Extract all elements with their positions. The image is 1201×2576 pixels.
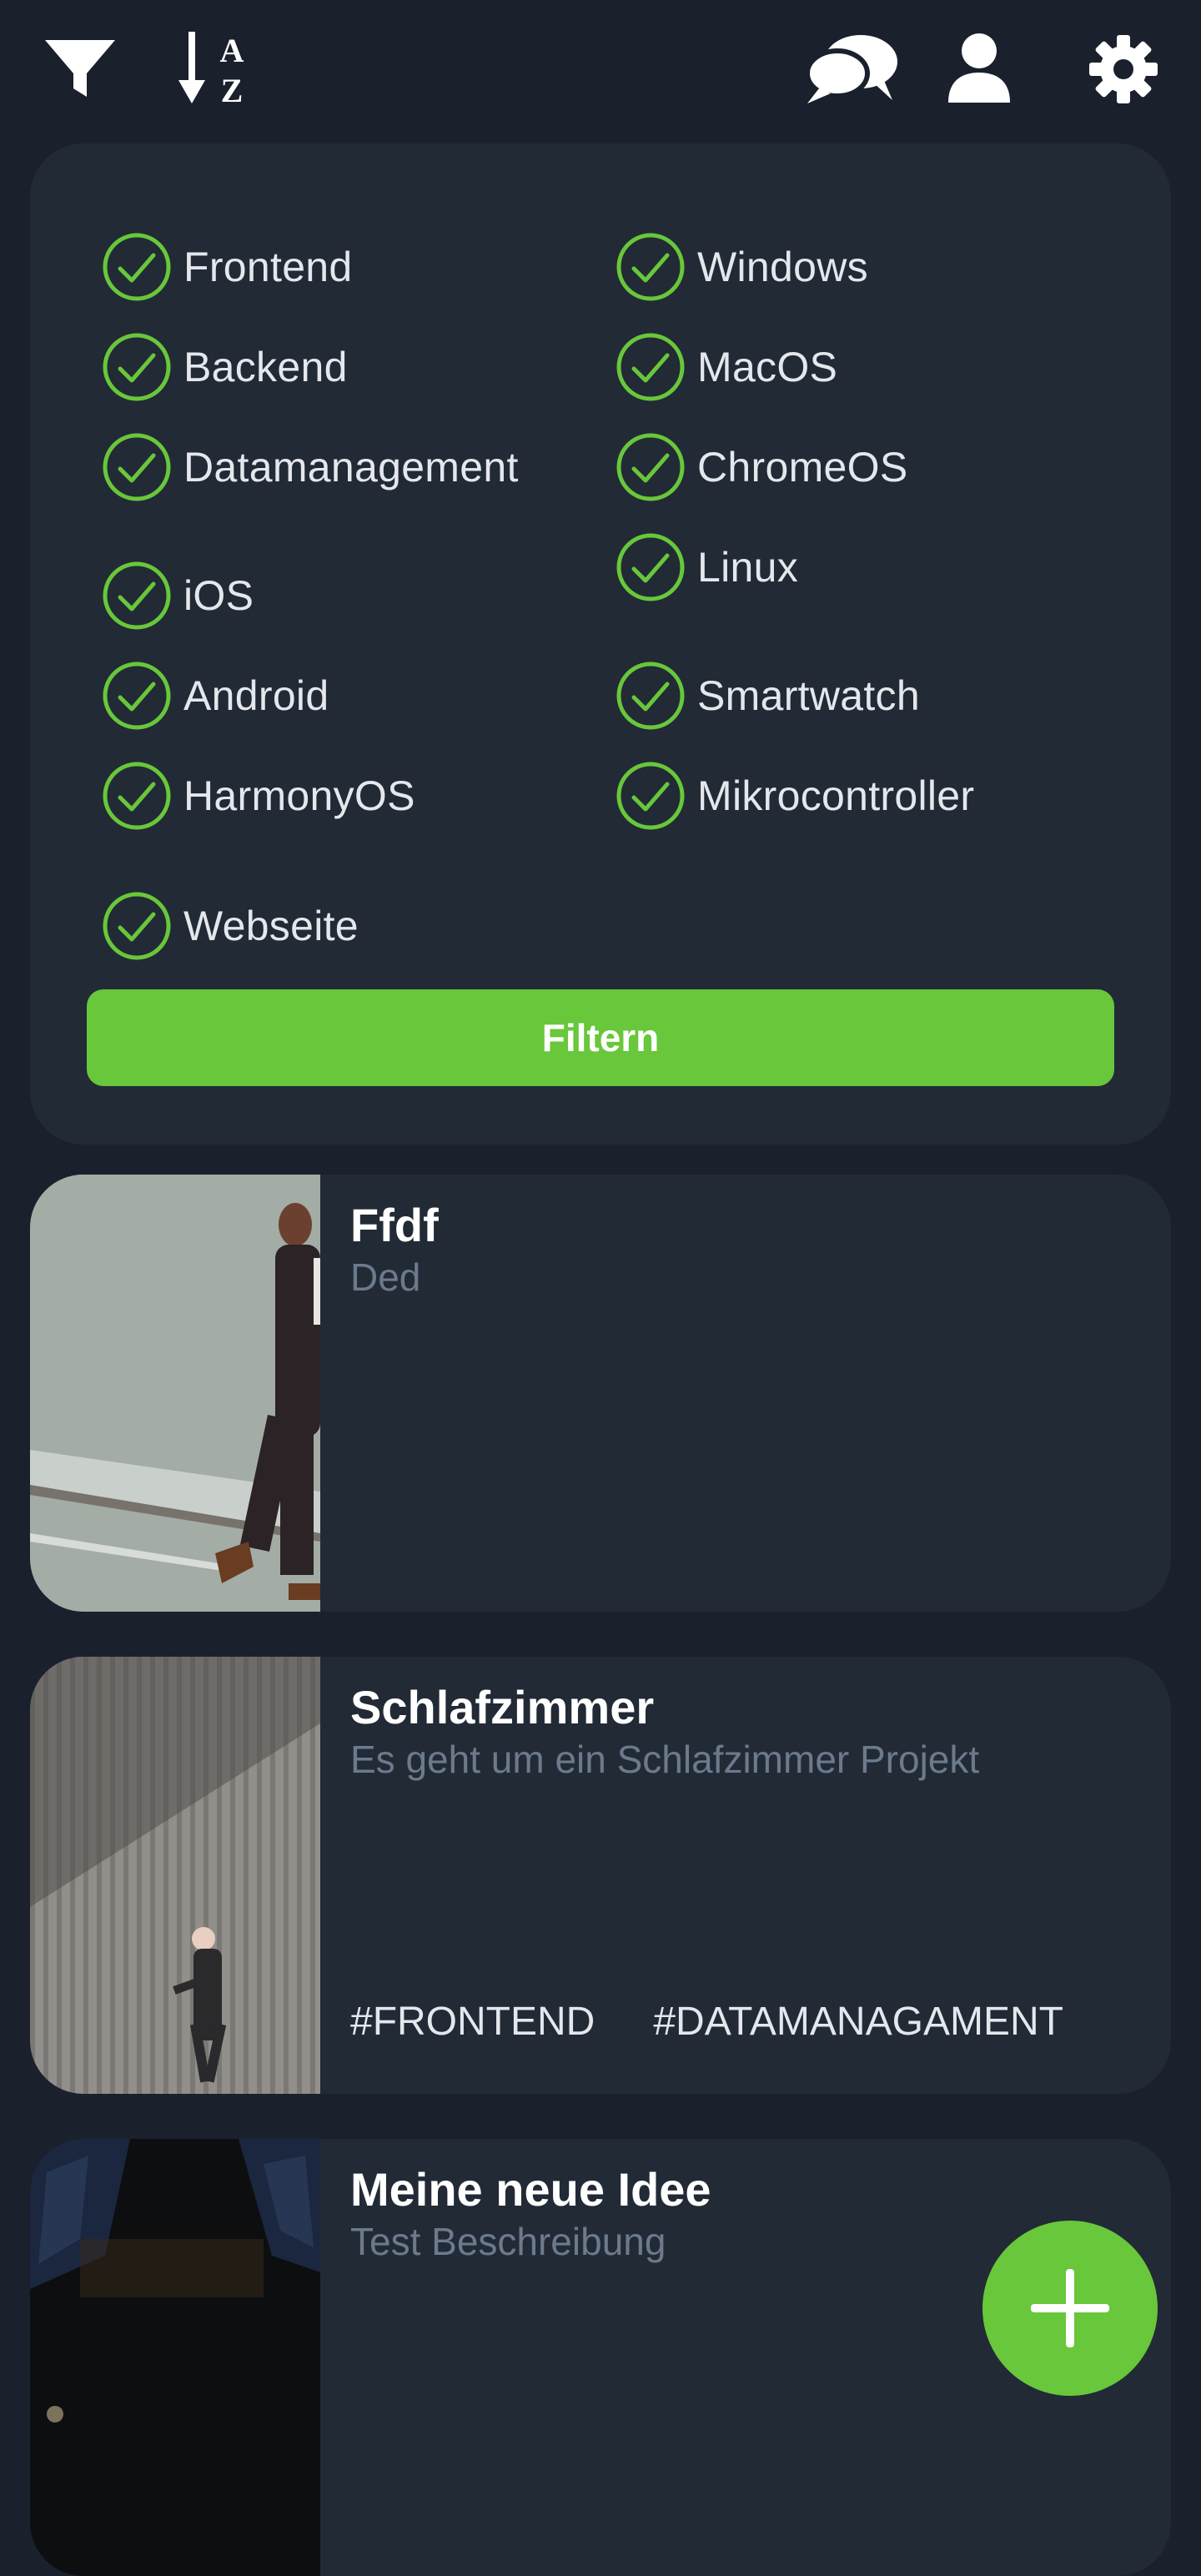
top-toolbar: A Z — [0, 0, 1201, 140]
sort-letter-a: A — [220, 32, 244, 69]
filter-option-harmonyos[interactable]: HarmonyOS — [102, 761, 415, 831]
filter-option-label: ChromeOS — [697, 444, 908, 491]
plus-icon — [1031, 2269, 1109, 2347]
idea-description: Test Beschreibung — [350, 2220, 666, 2263]
user-icon — [948, 33, 1010, 103]
filter-option-linux[interactable]: Linux — [616, 532, 798, 602]
idea-thumbnail — [30, 1657, 320, 2094]
filter-option-label: Webseite — [183, 903, 359, 949]
filter-option-label: Android — [183, 672, 329, 719]
chat-bubbles-icon — [805, 35, 897, 103]
filter-option-label: Linux — [697, 544, 799, 591]
funnel-icon — [45, 40, 115, 97]
filter-option-backend[interactable]: Backend — [102, 332, 348, 402]
filter-option-mikrocontroller[interactable]: Mikrocontroller — [616, 761, 974, 831]
filter-option-label: Windows — [697, 244, 868, 290]
idea-card[interactable]: Schlafzimmer Es geht um ein Schlafzimmer… — [30, 1657, 1171, 2094]
filter-button[interactable] — [37, 33, 123, 103]
tag-frontend[interactable]: #FRONTEND — [350, 1999, 595, 2045]
filter-option-chromeos[interactable]: ChromeOS — [616, 432, 907, 502]
idea-title: Schlafzimmer — [350, 1681, 655, 1733]
filter-option-macos[interactable]: MacOS — [616, 332, 837, 402]
idea-tags: #FRONTEND #DATAMANAGAMENT — [350, 1999, 1063, 2045]
add-idea-button[interactable] — [982, 2221, 1158, 2396]
filter-option-android[interactable]: Android — [102, 661, 329, 731]
check-circle-icon — [616, 433, 685, 501]
idea-thumbnail — [30, 2139, 320, 2576]
check-circle-icon — [616, 533, 685, 601]
check-circle-icon — [103, 662, 171, 730]
settings-button[interactable] — [1084, 32, 1163, 107]
check-circle-icon — [103, 762, 171, 830]
check-circle-icon — [103, 233, 171, 301]
idea-description: Es geht um ein Schlafzimmer Projekt — [350, 1738, 980, 1781]
filter-option-smartwatch[interactable]: Smartwatch — [616, 661, 920, 731]
idea-title: Ffdf — [350, 1199, 439, 1251]
filter-option-label: MacOS — [697, 344, 838, 390]
filter-option-label: Frontend — [183, 244, 353, 290]
check-circle-icon — [103, 892, 171, 960]
filter-option-ios[interactable]: iOS — [102, 561, 254, 631]
check-circle-icon — [616, 233, 685, 301]
profile-button[interactable] — [941, 30, 1018, 107]
check-circle-icon — [103, 433, 171, 501]
chat-button[interactable] — [801, 33, 907, 105]
check-circle-icon — [103, 561, 171, 630]
filter-option-label: Smartwatch — [697, 672, 920, 719]
gear-icon — [1089, 35, 1158, 103]
idea-thumbnail — [30, 1175, 320, 1612]
idea-card[interactable]: Ffdf Ded — [30, 1175, 1171, 1612]
filter-option-label: Datamanagement — [183, 444, 519, 491]
filter-option-frontend[interactable]: Frontend — [102, 232, 353, 302]
filter-option-label: Backend — [183, 344, 348, 390]
filter-option-label: iOS — [183, 572, 254, 619]
idea-title: Meine neue Idee — [350, 2163, 711, 2216]
check-circle-icon — [616, 662, 685, 730]
tag-datamanagament[interactable]: #DATAMANAGAMENT — [653, 1999, 1063, 2045]
sort-alpha-down-icon: A Z — [178, 32, 244, 108]
check-circle-icon — [616, 333, 685, 401]
sort-letter-z: Z — [221, 72, 244, 108]
filter-option-webseite[interactable]: Webseite — [102, 891, 359, 961]
idea-description: Ded — [350, 1255, 421, 1299]
apply-filter-button[interactable]: Filtern — [87, 989, 1114, 1086]
filter-option-datamanagement[interactable]: Datamanagement — [102, 432, 519, 502]
check-circle-icon — [103, 333, 171, 401]
sort-button[interactable]: A Z — [177, 28, 260, 108]
filter-option-label: Mikrocontroller — [697, 772, 975, 819]
check-circle-icon — [616, 762, 685, 830]
filter-option-label: HarmonyOS — [183, 772, 415, 819]
filter-option-windows[interactable]: Windows — [616, 232, 868, 302]
